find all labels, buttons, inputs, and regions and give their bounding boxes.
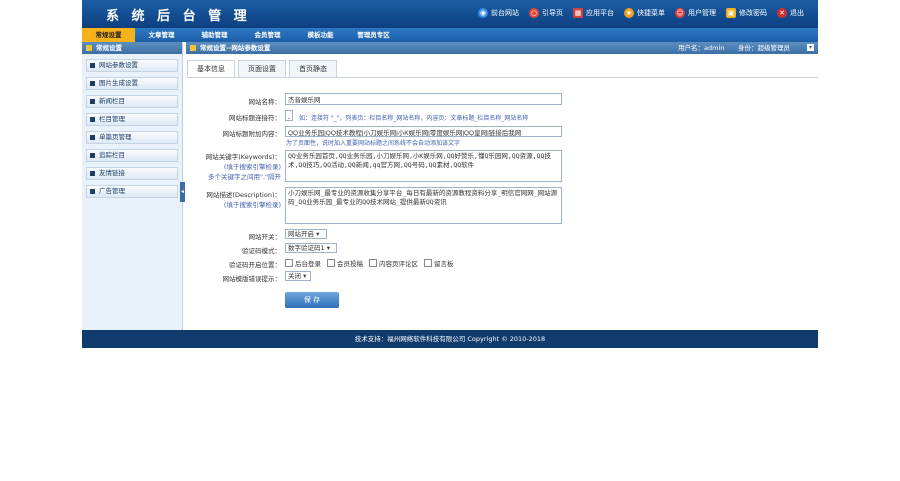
top-link-front[interactable]: ◉ 前台网站 xyxy=(478,8,519,18)
top-link-password[interactable]: ▣ 修改密码 xyxy=(726,8,767,18)
description-label-group: 网站描述(Description)： (填于搜索引擎检录) xyxy=(101,189,281,209)
title-separator-note: 如：连接符 "_"，列表页：栏目名称_网站名称，内容页：文章标题_栏目名称_网站… xyxy=(299,115,529,122)
captcha-locations-group: 后台登录 会员投稿 内容页评论区 留言板 xyxy=(285,258,454,268)
menu-admin-zone[interactable]: 管理员专区 xyxy=(347,28,400,42)
close-icon: ✕ xyxy=(777,8,787,18)
sidebar-item-image-gen[interactable]: 图片生成设置 xyxy=(86,77,178,90)
captcha-guestbook-checkbox[interactable]: 留言板 xyxy=(424,258,454,268)
footer: 技术支持：福州网络软件科技有限公司 Copyright © 2010-2018 xyxy=(82,330,818,348)
sidebar-title: 常规设置 xyxy=(82,42,182,54)
breadcrumb-bar: 常规设置--网站参数设置 用户名：admin 身份：超级管理员 ▾ xyxy=(186,42,818,54)
header: 系 统 后 台 管 理 ◉ 前台网站 ○ 引导页 ▦ 应用平台 ★ 快捷菜单 ☺ 用户管理… xyxy=(82,0,818,28)
captcha-locations-label: 验证码开启位置： xyxy=(229,261,281,269)
tab-bar: 基本信息 页面设置 首页静态 xyxy=(187,60,337,77)
app-title: 系 统 后 台 管 理 xyxy=(106,9,251,24)
admin-window: 系 统 后 台 管 理 ◉ 前台网站 ○ 引导页 ▦ 应用平台 ★ 快捷菜单 ☺ 用户管理… xyxy=(82,0,818,348)
menu-articles[interactable]: 文章管理 xyxy=(135,28,188,42)
star-icon: ★ xyxy=(624,8,634,18)
top-link-users[interactable]: ☺ 用户管理 xyxy=(675,8,716,18)
top-link-guide[interactable]: ○ 引导页 xyxy=(529,8,563,18)
title-append-label: 网站标题附加内容： xyxy=(222,130,282,138)
captcha-admin-login-checkbox[interactable]: 后台登录 xyxy=(285,258,321,268)
bullet-icon xyxy=(90,81,95,86)
save-button[interactable]: 保 存 xyxy=(285,292,339,308)
menu-auxiliary[interactable]: 辅助管理 xyxy=(188,28,241,42)
captcha-comment-checkbox[interactable]: 内容页评论区 xyxy=(369,258,418,268)
keywords-hint: (填于搜索引擎检录) xyxy=(223,163,281,171)
captcha-mode-label: 验证码模式： xyxy=(242,247,281,255)
sidebar: 常规设置 网站参数设置 图片生成设置 新闻栏目 栏目管理 单篇页管理 追踪栏目 … xyxy=(82,42,183,330)
bullet-icon xyxy=(90,99,95,104)
bullet-icon xyxy=(90,189,95,194)
top-link-apps[interactable]: ▦ 应用平台 xyxy=(573,8,614,18)
folder-icon xyxy=(86,45,92,51)
chevron-down-icon[interactable]: ▾ xyxy=(807,44,814,51)
tab-divider xyxy=(187,77,818,78)
site-switch-label: 网站开关： xyxy=(248,233,282,241)
tab-basic-info[interactable]: 基本信息 xyxy=(187,60,235,77)
tab-page-settings[interactable]: 页面设置 xyxy=(238,60,286,77)
menu-general-settings[interactable]: 常规设置 xyxy=(82,28,135,42)
folder-icon xyxy=(190,45,196,51)
keywords-textarea[interactable]: QQ业务乐园首页,QQ业务乐园,小刀娱乐网,小K娱乐网,QQ好赞乐,懂Q乐园网,… xyxy=(285,150,562,182)
bullet-icon xyxy=(90,135,95,140)
breadcrumb: 常规设置--网站参数设置 xyxy=(200,44,271,52)
title-separator-input[interactable] xyxy=(285,110,293,121)
description-hint: (填于搜索引擎检录) xyxy=(223,201,281,209)
description-textarea[interactable]: 小刀娱乐网_最专业的资源收集分享平台_每日有最新的资源教程资料分享_明信官网网_… xyxy=(285,187,562,224)
role-label: 身份：超级管理员 xyxy=(738,44,790,52)
top-links: ◉ 前台网站 ○ 引导页 ▦ 应用平台 ★ 快捷菜单 ☺ 用户管理 ▣ 修改密码 ✕ 退出 xyxy=(478,8,804,18)
captcha-member-submit-checkbox[interactable]: 会员投稿 xyxy=(327,258,363,268)
sidebar-item-site-params[interactable]: 网站参数设置 xyxy=(86,59,178,72)
template-error-label: 网站模版错误提示： xyxy=(222,275,282,283)
bullet-icon xyxy=(90,171,95,176)
template-error-select[interactable]: 关闭 ▾ xyxy=(285,271,311,281)
captcha-mode-select[interactable]: 数字验证码1 ▾ xyxy=(285,243,337,253)
keywords-label: 网站关键字(Keywords)： xyxy=(205,153,281,161)
username-label: 用户名：admin xyxy=(678,44,725,52)
site-name-input[interactable] xyxy=(285,93,562,105)
bullet-icon xyxy=(90,63,95,68)
tab-home-static[interactable]: 首页静态 xyxy=(289,60,337,77)
title-append-input[interactable] xyxy=(285,126,562,137)
keywords-label-group: 网站关键字(Keywords)： (填于搜索引擎检录) 多个关键字之间用","隔… xyxy=(101,151,281,181)
keywords-separator-hint: 多个关键字之间用","隔开 xyxy=(207,173,281,181)
top-link-logout[interactable]: ✕ 退出 xyxy=(777,8,804,18)
bullet-icon xyxy=(90,153,95,158)
bullet-icon xyxy=(90,117,95,122)
main-menu: 常规设置 文章管理 辅助管理 会员管理 模板功能 管理员专区 xyxy=(82,28,818,42)
menu-templates[interactable]: 模板功能 xyxy=(294,28,347,42)
lock-icon: ▣ xyxy=(726,8,736,18)
site-switch-select[interactable]: 网站开启 ▾ xyxy=(285,229,327,239)
globe-icon: ◉ xyxy=(478,8,488,18)
title-append-note: 为了页面性，说时加入重要网站标题之间系统不会自动添加该文字 xyxy=(286,140,461,147)
grid-icon: ▦ xyxy=(573,8,583,18)
title-separator-label: 网站标题连接符： xyxy=(229,114,281,122)
user-icon: ☺ xyxy=(675,8,685,18)
menu-members[interactable]: 会员管理 xyxy=(241,28,294,42)
site-name-label: 网站名称： xyxy=(248,98,282,106)
description-label: 网站描述(Description)： xyxy=(206,191,281,199)
top-link-shortcuts[interactable]: ★ 快捷菜单 xyxy=(624,8,665,18)
lifebuoy-icon: ○ xyxy=(529,8,539,18)
